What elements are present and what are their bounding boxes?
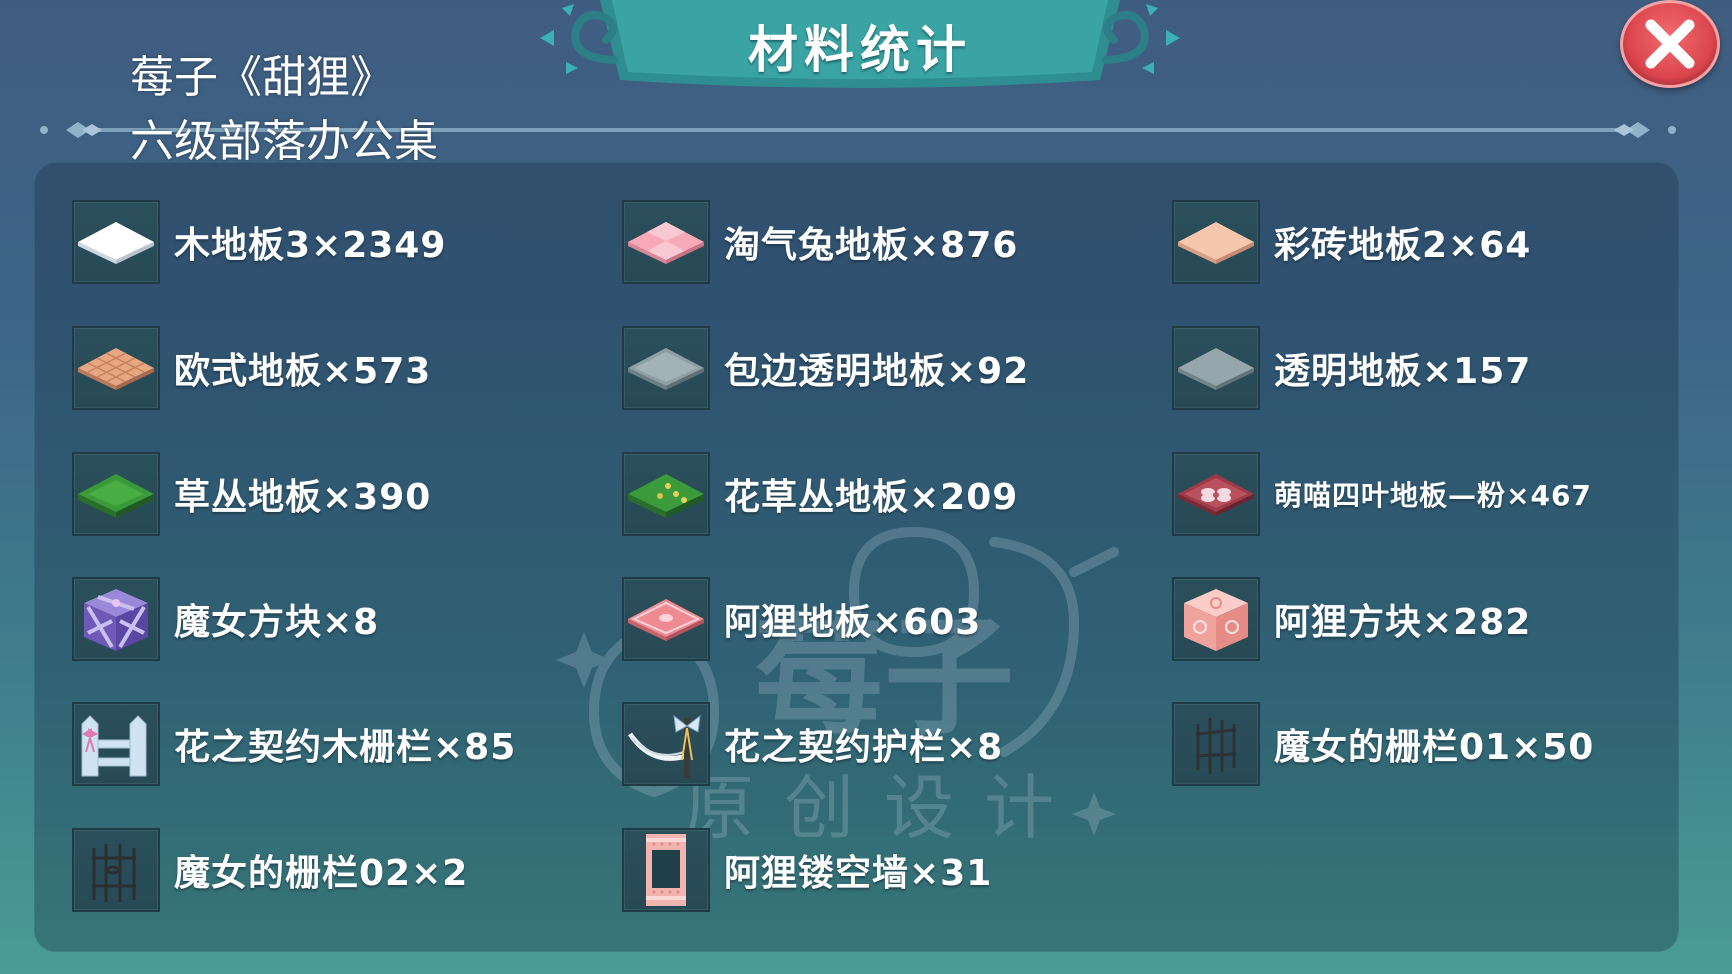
item-slot <box>622 200 710 284</box>
material-label: 木地板3×2349 <box>174 225 447 266</box>
flower-guardrail-icon <box>627 714 701 778</box>
page-title: 材料统计 <box>748 21 972 79</box>
item-slot <box>1172 702 1260 786</box>
item-slot <box>622 702 710 786</box>
grass-floor-icon <box>78 474 154 518</box>
item-slot <box>72 702 160 786</box>
material-label: 阿狸镂空墙×31 <box>724 853 993 894</box>
material-item: 阿狸地板×603 <box>622 575 981 663</box>
material-item: 阿狸方块×282 <box>1172 575 1531 663</box>
european-floor-icon <box>78 348 154 390</box>
item-slot <box>72 200 160 284</box>
ali-hollow-wall-icon <box>646 834 686 906</box>
material-label: 阿狸方块×282 <box>1274 602 1532 643</box>
close-icon <box>1645 19 1695 69</box>
material-item: 花之契约木栅栏×85 <box>72 700 516 788</box>
item-slot <box>622 577 710 661</box>
item-slot <box>1172 200 1260 284</box>
item-slot <box>72 828 160 912</box>
material-label: 彩砖地板2×64 <box>1274 225 1532 266</box>
material-item: 花草丛地板×209 <box>622 450 1018 538</box>
witch-fence-01-icon <box>1195 718 1237 774</box>
item-slot <box>622 326 710 410</box>
item-slot <box>1172 452 1260 536</box>
peach-tile-floor-icon <box>1178 222 1254 264</box>
material-item: 魔女的栅栏01×50 <box>1172 700 1594 788</box>
material-label: 草丛地板×390 <box>174 477 432 518</box>
flower-grass-floor-icon <box>628 474 704 518</box>
material-item: 彩砖地板2×64 <box>1172 198 1531 286</box>
title-banner: 材料统计 <box>540 0 1180 92</box>
material-label: 花之契约护栏×8 <box>724 727 1004 768</box>
overlay-caption: 莓子《甜狸》 六级部落办公桌 <box>130 46 438 174</box>
ali-cube-icon <box>1184 589 1248 651</box>
item-slot <box>622 452 710 536</box>
witch-fence-02-icon <box>92 844 136 902</box>
pink-checker-floor-icon <box>628 222 704 264</box>
material-item: 魔女方块×8 <box>72 575 379 663</box>
material-label: 魔女的栅栏02×2 <box>174 853 469 894</box>
material-item: 阿狸镂空墙×31 <box>622 826 992 914</box>
witch-cube-icon <box>84 589 148 651</box>
item-slot <box>1172 326 1260 410</box>
material-label: 魔女的栅栏01×50 <box>1274 727 1595 768</box>
caption-line-1: 莓子《甜狸》 <box>130 52 394 103</box>
item-slot <box>1172 577 1260 661</box>
material-item: 花之契约护栏×8 <box>622 700 1003 788</box>
material-item: 包边透明地板×92 <box>622 324 1029 412</box>
ali-floor-icon <box>628 599 704 641</box>
flower-wood-fence-icon <box>81 715 147 777</box>
clover-floor-pink-icon <box>1178 474 1254 516</box>
material-item: 淘气兔地板×876 <box>622 198 1018 286</box>
materials-panel: 莓子 原创设计 木地板3×2349 淘气兔地板×876 彩砖地板2×64 欧式地… <box>34 162 1679 952</box>
material-label: 萌喵四叶地板—粉×467 <box>1274 479 1592 512</box>
material-label: 淘气兔地板×876 <box>724 225 1019 266</box>
white-floor-tile-icon <box>78 222 154 264</box>
material-item: 萌喵四叶地板—粉×467 <box>1172 450 1592 538</box>
item-slot <box>72 452 160 536</box>
close-button[interactable] <box>1620 0 1720 88</box>
material-label: 包边透明地板×92 <box>724 351 1030 392</box>
edged-transparent-floor-icon <box>628 348 704 390</box>
item-slot <box>72 326 160 410</box>
material-label: 花之契约木栅栏×85 <box>174 727 517 768</box>
transparent-floor-icon <box>1178 348 1254 390</box>
material-label: 花草丛地板×209 <box>724 477 1019 518</box>
material-label: 欧式地板×573 <box>174 351 432 392</box>
material-item: 欧式地板×573 <box>72 324 431 412</box>
material-label: 透明地板×157 <box>1274 351 1532 392</box>
item-slot <box>622 828 710 912</box>
material-item: 魔女的栅栏02×2 <box>72 826 468 914</box>
material-item: 草丛地板×390 <box>72 450 431 538</box>
materials-grid: 木地板3×2349 淘气兔地板×876 彩砖地板2×64 欧式地板×573 包边… <box>34 162 1679 952</box>
material-label: 魔女方块×8 <box>174 602 380 643</box>
material-label: 阿狸地板×603 <box>724 602 982 643</box>
material-item: 透明地板×157 <box>1172 324 1531 412</box>
item-slot <box>72 577 160 661</box>
material-item: 木地板3×2349 <box>72 198 446 286</box>
